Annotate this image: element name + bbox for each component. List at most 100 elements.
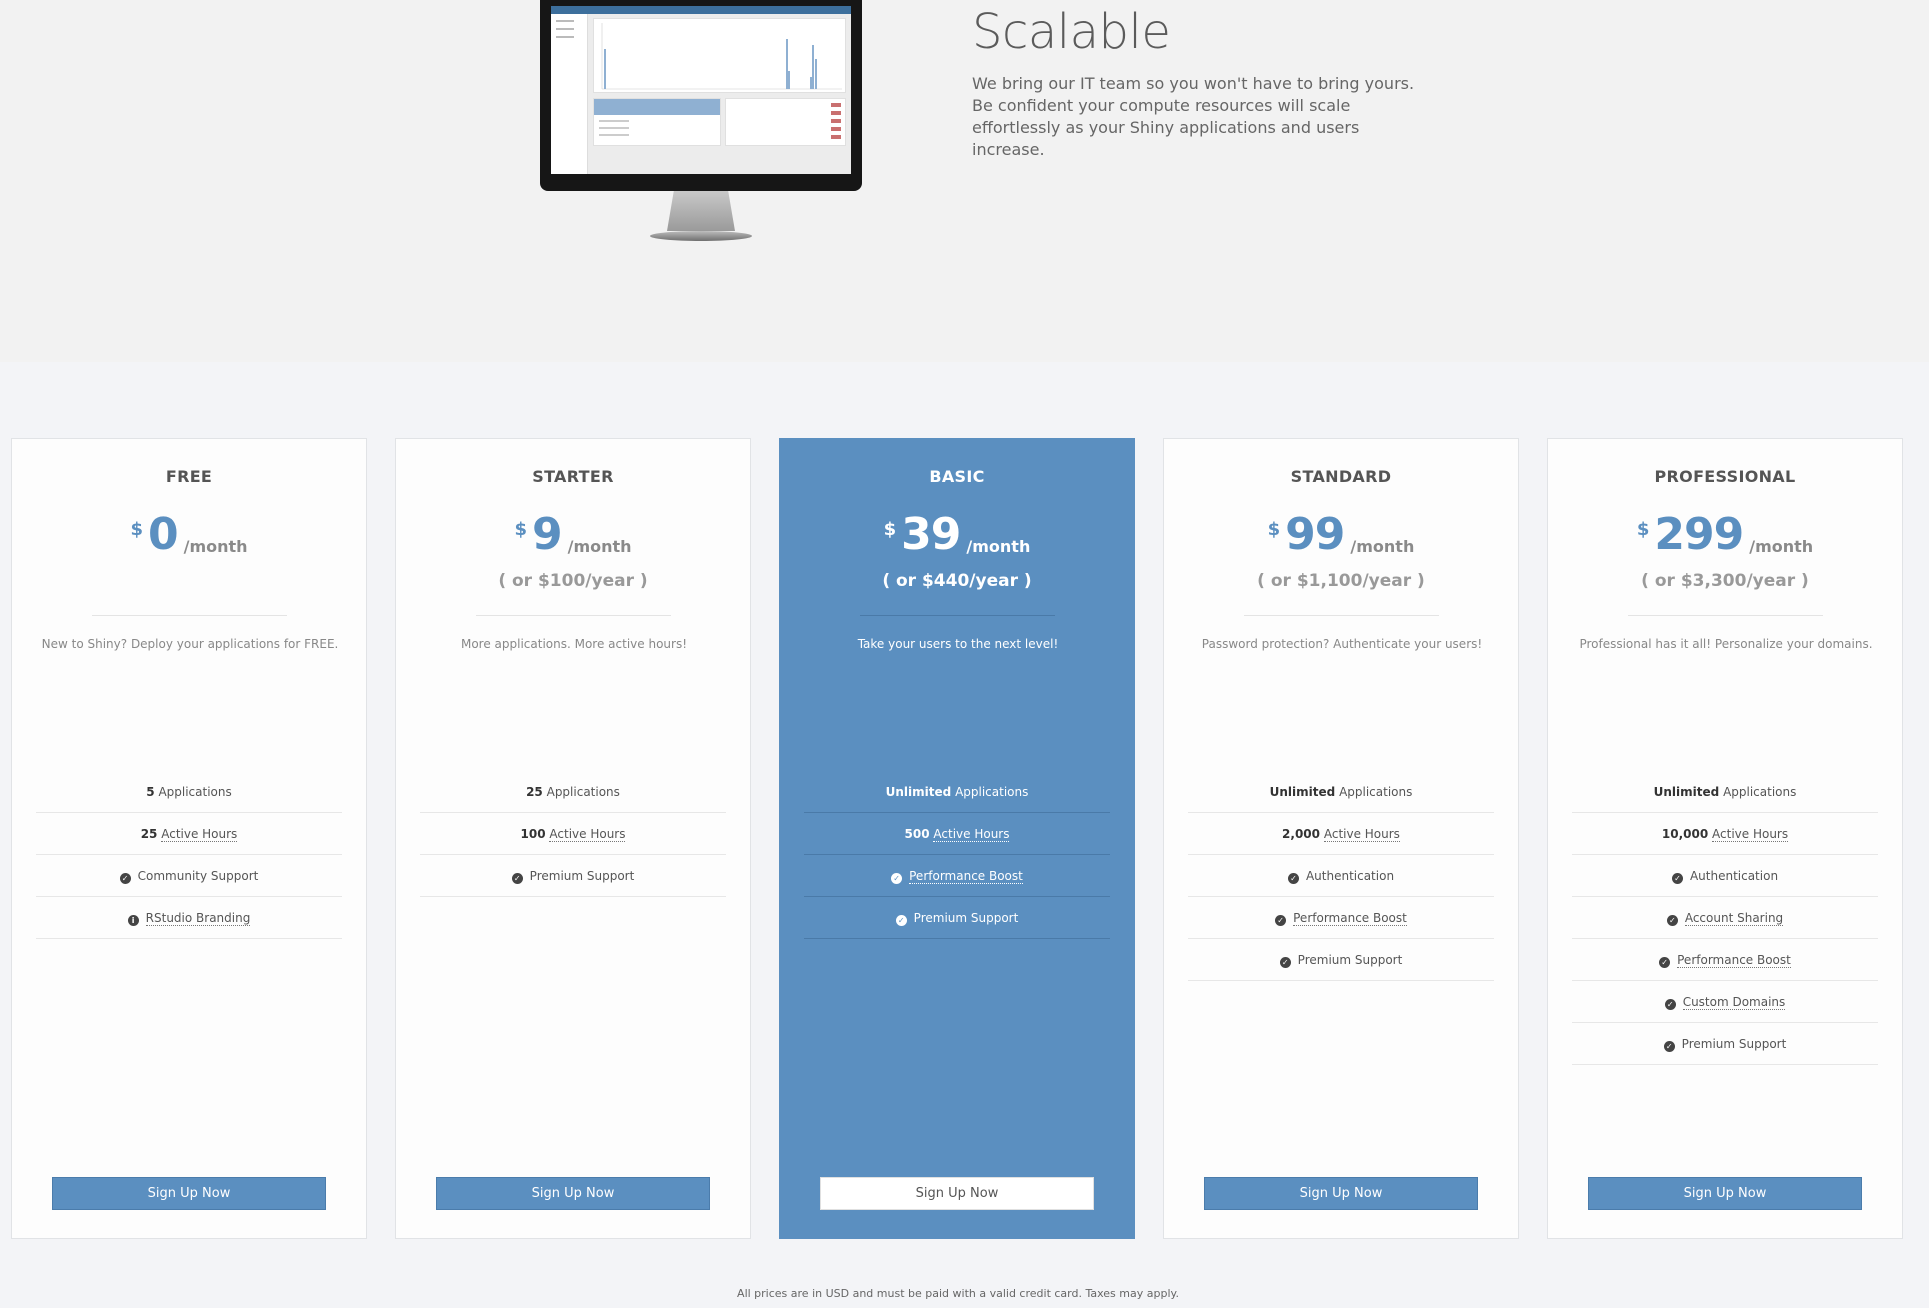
plan-card-standard: STANDARD $ 99 /month ( or $1,100/year ) … [1163, 438, 1519, 1239]
check-circle-icon: ✓ [1671, 873, 1683, 884]
plan-name: STARTER [532, 467, 614, 486]
plan-tagline: More applications. More active hours! [460, 637, 688, 651]
check-circle-icon: ✓ [1663, 1041, 1675, 1052]
check-circle-icon: ✓ [1659, 957, 1671, 968]
active-hours-tooltip-trigger[interactable]: Active Hours [1323, 827, 1400, 842]
check-circle-icon: ✓ [1279, 957, 1291, 968]
plan-name: BASIC [929, 467, 985, 486]
plan-divider [1244, 615, 1439, 616]
price-amount: 0 [147, 509, 179, 560]
plan-price: $ 99 /month [1164, 513, 1518, 557]
monitor-illustration [540, 0, 862, 245]
feature-performance-boost: ✓ Performance Boost [804, 855, 1110, 897]
feature-applications: 5 Applications [36, 771, 342, 813]
plan-card-basic: BASIC $ 39 /month ( or $440/year ) Take … [779, 438, 1135, 1239]
feature-list: Unlimited Applications 10,000 Active Hou… [1572, 771, 1878, 1065]
pricing-footnote: All prices are in USD and must be paid w… [737, 1287, 1179, 1300]
active-hours-tooltip-trigger[interactable]: Active Hours [161, 827, 238, 842]
check-circle-icon: ✓ [1666, 915, 1678, 926]
plan-name: PROFESSIONAL [1654, 467, 1796, 486]
feature-community-support: ✓ Community Support [36, 855, 342, 897]
yearly-price: ( or $440/year ) [882, 571, 1032, 591]
price-amount: 299 [1654, 509, 1744, 560]
check-circle-icon: ✓ [119, 873, 131, 884]
plan-tagline: Professional has it all! Personalize you… [1579, 637, 1873, 651]
check-circle-icon: ✓ [895, 915, 907, 926]
plan-card-professional: PROFESSIONAL $ 299 /month ( or $3,300/ye… [1547, 438, 1903, 1239]
hero-title: Scalable [972, 4, 1171, 60]
price-amount: 9 [531, 509, 563, 560]
plan-name: FREE [165, 467, 213, 486]
feature-premium-support: ✓ Premium Support [420, 855, 726, 897]
feature-premium-support: ✓ Premium Support [804, 897, 1110, 939]
plan-tagline: New to Shiny? Deploy your applications f… [41, 637, 339, 651]
account-sharing-tooltip-trigger[interactable]: Account Sharing [1684, 911, 1784, 926]
check-circle-icon: ✓ [1664, 999, 1676, 1010]
check-circle-icon: ✓ [511, 873, 523, 884]
feature-rstudio-branding: i RStudio Branding [36, 897, 342, 939]
performance-boost-tooltip-trigger[interactable]: Performance Boost [909, 869, 1023, 884]
yearly-price: ( or $100/year ) [498, 571, 648, 591]
feature-account-sharing: ✓ Account Sharing [1572, 897, 1878, 939]
sign-up-button-basic[interactable]: Sign Up Now [820, 1177, 1094, 1210]
currency-symbol: $ [1636, 519, 1650, 540]
hero-description: We bring our IT team so you won't have t… [972, 74, 1415, 159]
plan-tagline: Take your users to the next level! [857, 637, 1059, 651]
price-period: /month [1749, 537, 1814, 556]
feature-list: Unlimited Applications 500 Active Hours … [804, 771, 1110, 939]
plan-divider [1628, 615, 1823, 616]
feature-active-hours: 25 Active Hours [36, 813, 342, 855]
sign-up-button-standard[interactable]: Sign Up Now [1204, 1177, 1478, 1210]
feature-applications: Unlimited Applications [1572, 771, 1878, 813]
check-circle-icon: ✓ [1275, 915, 1287, 926]
feature-authentication: ✓ Authentication [1188, 855, 1494, 897]
feature-custom-domains: ✓ Custom Domains [1572, 981, 1878, 1023]
active-hours-tooltip-trigger[interactable]: Active Hours [549, 827, 626, 842]
feature-premium-support: ✓ Premium Support [1188, 939, 1494, 981]
feature-authentication: ✓ Authentication [1572, 855, 1878, 897]
custom-domains-tooltip-trigger[interactable]: Custom Domains [1682, 995, 1786, 1010]
usage-chart-thumbnail [601, 23, 842, 90]
plan-name: STANDARD [1290, 467, 1392, 486]
plan-tagline: Password protection? Authenticate your u… [1201, 637, 1483, 651]
feature-active-hours: 2,000 Active Hours [1188, 813, 1494, 855]
plan-price: $ 0 /month [12, 513, 366, 557]
feature-applications: Unlimited Applications [1188, 771, 1494, 813]
monitor-screen [540, 0, 862, 191]
feature-active-hours: 100 Active Hours [420, 813, 726, 855]
feature-active-hours: 10,000 Active Hours [1572, 813, 1878, 855]
check-circle-icon: ✓ [891, 873, 903, 884]
feature-performance-boost: ✓ Performance Boost [1188, 897, 1494, 939]
performance-boost-tooltip-trigger[interactable]: Performance Boost [1677, 953, 1791, 968]
feature-applications: Unlimited Applications [804, 771, 1110, 813]
currency-symbol: $ [883, 519, 897, 540]
monitor-base [650, 231, 752, 241]
feature-list: 25 Applications 100 Active Hours ✓ Premiu… [420, 771, 726, 897]
active-hours-tooltip-trigger[interactable]: Active Hours [933, 827, 1010, 842]
rstudio-branding-tooltip-trigger[interactable]: RStudio Branding [145, 911, 251, 926]
feature-list: Unlimited Applications 2,000 Active Hour… [1188, 771, 1494, 981]
feature-performance-boost: ✓ Performance Boost [1572, 939, 1878, 981]
feature-premium-support: ✓ Premium Support [1572, 1023, 1878, 1065]
plan-divider [860, 615, 1055, 616]
active-hours-tooltip-trigger[interactable]: Active Hours [1712, 827, 1789, 842]
price-period: /month [183, 537, 248, 556]
price-amount: 99 [1285, 509, 1345, 560]
sign-up-button-free[interactable]: Sign Up Now [52, 1177, 326, 1210]
sign-up-button-starter[interactable]: Sign Up Now [436, 1177, 710, 1210]
feature-active-hours: 500 Active Hours [804, 813, 1110, 855]
hero-section: Scalable We bring our IT team so you won… [0, 0, 1929, 362]
plan-card-starter: STARTER $ 9 /month ( or $100/year ) More… [395, 438, 751, 1239]
sign-up-button-professional[interactable]: Sign Up Now [1588, 1177, 1862, 1210]
feature-applications: 25 Applications [420, 771, 726, 813]
performance-boost-tooltip-trigger[interactable]: Performance Boost [1293, 911, 1407, 926]
price-amount: 39 [901, 509, 961, 560]
monitor-stand [667, 191, 735, 231]
plan-divider [92, 615, 287, 616]
price-period: /month [1350, 537, 1415, 556]
info-circle-icon: i [127, 915, 139, 926]
yearly-price: ( or $3,300/year ) [1641, 571, 1809, 591]
price-period: /month [567, 537, 632, 556]
plan-price: $ 299 /month [1548, 513, 1902, 557]
dashboard-screenshot [551, 6, 851, 174]
